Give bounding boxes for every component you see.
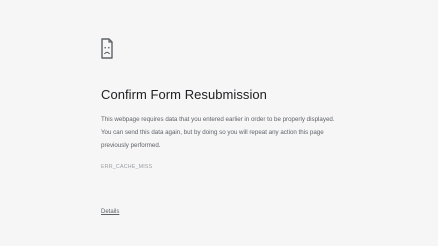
error-message: This webpage requires data that you ente… <box>101 116 335 149</box>
page-title: Confirm Form Resubmission <box>101 87 267 102</box>
error-code: ERR_CACHE_MISS <box>101 164 153 170</box>
details-link[interactable]: Details <box>101 209 119 215</box>
error-content: Confirm Form Resubmission This webpage r… <box>101 38 351 170</box>
sad-document-icon <box>101 38 113 59</box>
